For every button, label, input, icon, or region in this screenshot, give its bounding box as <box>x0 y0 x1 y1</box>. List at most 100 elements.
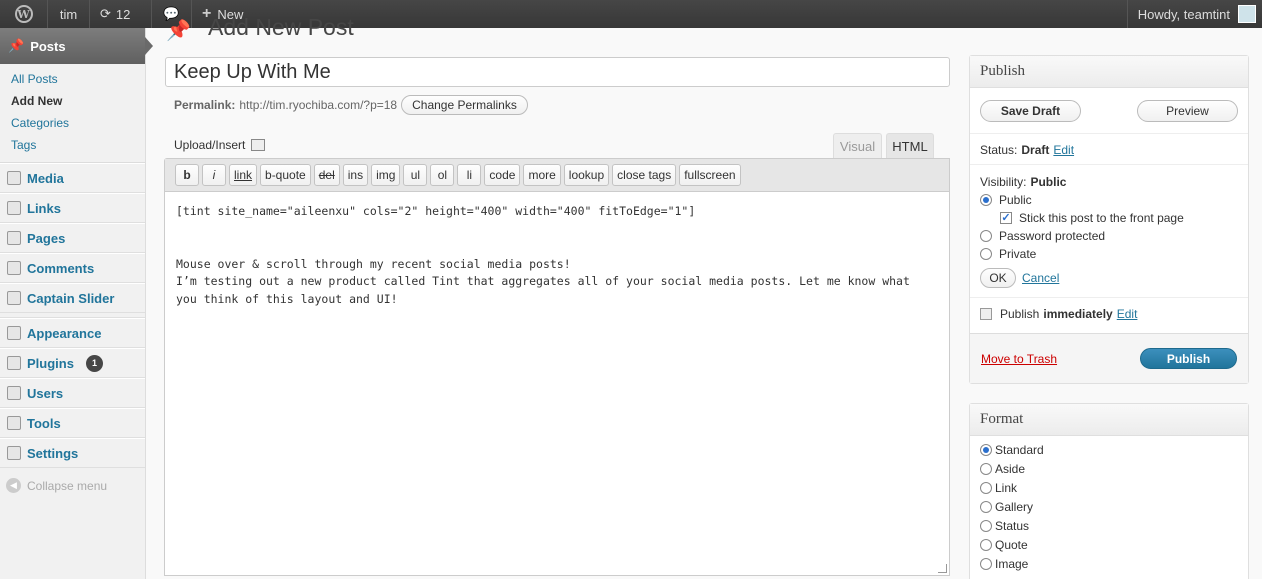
format-option-gallery[interactable]: Gallery <box>970 497 1248 516</box>
status-label: Status: <box>980 143 1018 157</box>
misc-publishing: Status: Draft Edit Visibility: Public Pu… <box>970 138 1248 329</box>
sidebar-item-tools[interactable]: Tools <box>0 408 145 438</box>
permalink-label: Permalink: <box>174 98 236 112</box>
sidebar-item-media[interactable]: Media <box>0 163 145 193</box>
sidebar-item-comments[interactable]: Comments <box>0 253 145 283</box>
format-option-image[interactable]: Image <box>970 554 1248 573</box>
radio-password[interactable] <box>980 230 992 242</box>
resize-handle[interactable] <box>938 564 947 573</box>
radio-private[interactable] <box>980 248 992 260</box>
radio-gallery[interactable] <box>980 500 992 513</box>
qt-del-button[interactable]: del <box>313 164 340 186</box>
format-box: Format Standard Aside Link Gallery Statu… <box>969 403 1249 579</box>
submenu-tags[interactable]: Tags <box>0 134 145 156</box>
sidebar-item-pages[interactable]: Pages <box>0 223 145 253</box>
pages-icon <box>7 231 21 245</box>
radio-status[interactable] <box>980 519 992 532</box>
qt-bold-button[interactable]: b <box>175 164 199 186</box>
visibility-public-option[interactable]: Public <box>980 191 1238 209</box>
qt-more-button[interactable]: more <box>523 164 561 186</box>
qt-li-button[interactable]: li <box>457 164 482 186</box>
sticky-option[interactable]: ✓ Stick this post to the front page <box>980 209 1238 227</box>
qt-ol-button[interactable]: ol <box>430 164 455 186</box>
sidebar-item-links[interactable]: Links <box>0 193 145 223</box>
visibility-public-label: Public <box>999 193 1032 207</box>
radio-quote[interactable] <box>980 538 992 551</box>
format-options: Standard Aside Link Gallery Status Quote… <box>970 436 1248 573</box>
qt-ul-button[interactable]: ul <box>403 164 428 186</box>
qt-italic-button[interactable]: i <box>202 164 226 186</box>
tab-html[interactable]: HTML <box>886 133 934 159</box>
publish-button[interactable]: Publish <box>1140 348 1237 369</box>
status-value: Draft <box>1021 143 1050 157</box>
submenu-all-posts[interactable]: All Posts <box>0 68 145 90</box>
submenu-add-new[interactable]: Add New <box>0 90 145 112</box>
sidebar-item-posts[interactable]: 📌 Posts <box>0 28 153 64</box>
plugins-update-badge: 1 <box>85 354 103 372</box>
visibility-private-label: Private <box>999 247 1037 261</box>
qt-blockquote-button[interactable]: b-quote <box>260 164 311 186</box>
radio-public[interactable] <box>980 194 992 206</box>
edit-schedule-link[interactable]: Edit <box>1117 307 1138 321</box>
sidebar-item-settings[interactable]: Settings <box>0 438 145 468</box>
edit-status-link[interactable]: Edit <box>1053 143 1074 157</box>
visibility-label: Visibility: <box>980 175 1027 189</box>
account-menu[interactable]: Howdy, teamtint <box>1126 0 1262 28</box>
radio-aside[interactable] <box>980 462 992 475</box>
qt-link-button[interactable]: link <box>229 164 258 186</box>
upload-insert-label: Upload/Insert <box>174 138 246 152</box>
format-option-status[interactable]: Status <box>970 516 1248 535</box>
qt-fullscreen-button[interactable]: fullscreen <box>679 164 741 186</box>
updates-link[interactable]: ⟳ 12 <box>90 0 152 28</box>
radio-link[interactable] <box>980 481 992 494</box>
visibility-ok-button[interactable]: OK <box>980 268 1016 288</box>
visibility-section: Visibility: Public Public ✓ Stick this p… <box>970 164 1248 293</box>
sidebar-item-label: Captain Slider <box>27 290 115 306</box>
qt-ins-button[interactable]: ins <box>342 164 369 186</box>
tab-visual[interactable]: Visual <box>833 133 882 159</box>
qt-close-tags-button[interactable]: close tags <box>612 164 677 186</box>
visibility-actions: OK Cancel <box>980 263 1238 293</box>
post-content-textarea[interactable]: [tint site_name="aileenxu" cols="2" heig… <box>165 192 949 319</box>
add-media-icon[interactable] <box>251 139 266 151</box>
save-draft-button[interactable]: Save Draft <box>980 99 1081 122</box>
upload-insert[interactable]: Upload/Insert <box>174 138 266 152</box>
sidebar-item-captain-slider[interactable]: Captain Slider <box>0 283 145 313</box>
move-to-trash-link[interactable]: Move to Trash <box>981 352 1057 366</box>
minor-publishing-actions: Save Draft Preview <box>970 88 1248 134</box>
visibility-cancel-link[interactable]: Cancel <box>1022 271 1059 285</box>
radio-standard[interactable] <box>980 443 992 456</box>
post-editor: b i link b-quote del ins img ul ol li co… <box>164 158 950 576</box>
format-label: Status <box>995 518 1030 533</box>
radio-image[interactable] <box>980 557 992 570</box>
qt-lookup-button[interactable]: lookup <box>563 164 610 186</box>
wordpress-logo-menu[interactable]: W <box>0 0 48 28</box>
updates-count: 12 <box>115 6 131 22</box>
submenu-categories[interactable]: Categories <box>0 112 145 134</box>
sidebar-item-appearance[interactable]: Appearance <box>0 318 145 348</box>
post-title-input[interactable] <box>165 57 950 87</box>
sticky-checkbox[interactable]: ✓ <box>1000 212 1012 224</box>
preview-button[interactable]: Preview <box>1137 99 1238 122</box>
sidebar-item-users[interactable]: Users <box>0 378 145 408</box>
page-title-text: Add New Post <box>208 14 354 40</box>
refresh-icon: ⟳ <box>100 6 111 21</box>
qt-code-button[interactable]: code <box>484 164 521 186</box>
sidebar-item-label: Plugins <box>27 355 74 371</box>
format-option-link[interactable]: Link <box>970 478 1248 497</box>
collapse-menu-button[interactable]: ◀ Collapse menu <box>0 468 145 503</box>
format-option-quote[interactable]: Quote <box>970 535 1248 554</box>
sidebar-item-plugins[interactable]: Plugins 1 <box>0 348 145 378</box>
sidebar-item-label: Posts <box>30 38 66 54</box>
change-permalinks-button[interactable]: Change Permalinks <box>401 95 528 115</box>
publish-box-title: Publish <box>970 56 1248 88</box>
visibility-private-option[interactable]: Private <box>980 245 1238 263</box>
site-name-link[interactable]: tim <box>48 0 90 28</box>
howdy-label: Howdy, teamtint <box>1137 6 1230 22</box>
visibility-password-option[interactable]: Password protected <box>980 227 1238 245</box>
sidebar-item-label: Tools <box>27 415 61 431</box>
permalink-url[interactable]: http://tim.ryochiba.com/?p=18 <box>239 98 397 112</box>
format-option-aside[interactable]: Aside <box>970 459 1248 478</box>
format-option-standard[interactable]: Standard <box>970 440 1248 459</box>
qt-img-button[interactable]: img <box>371 164 401 186</box>
